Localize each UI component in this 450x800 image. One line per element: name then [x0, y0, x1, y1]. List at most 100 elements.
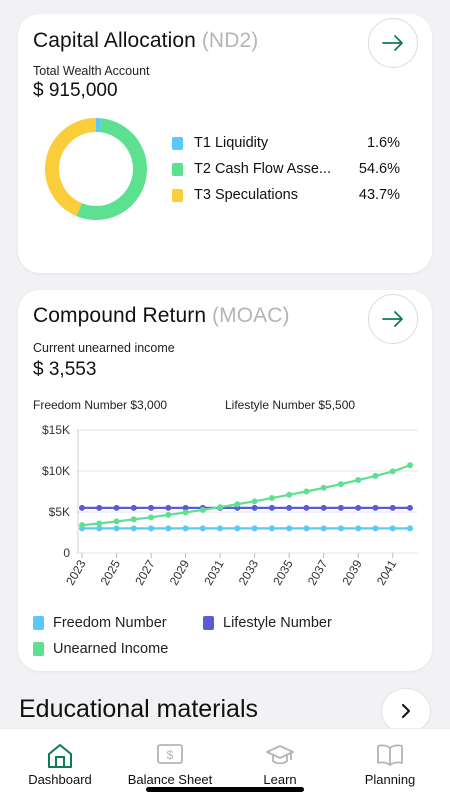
x-tick-label: 2037 [305, 557, 331, 587]
y-tick-label: $10K [42, 464, 70, 478]
compound-return-title: Compound Return (MOAC) [33, 304, 290, 328]
series-point [79, 522, 85, 529]
allocation-legend-row: T2 Cash Flow Asse... 54.6% [172, 158, 400, 184]
series-point [130, 525, 137, 532]
educational-materials-title: Educational materials [19, 695, 259, 723]
dollar-bill-icon: $ [157, 744, 183, 764]
legend-swatch [33, 642, 44, 656]
legend-label: T3 Speculations [194, 187, 298, 203]
x-tick-label: 2035 [270, 557, 296, 587]
open-book-icon [377, 744, 403, 766]
x-tick-label: 2033 [236, 557, 262, 587]
nav-item-planning[interactable]: Planning [330, 729, 450, 800]
compound-title-suffix: (MOAC) [212, 304, 290, 327]
home-indicator [146, 787, 304, 792]
legend-label: T1 Liquidity [194, 135, 269, 151]
series-point [286, 491, 293, 498]
legend-swatch [203, 616, 214, 630]
series-point [355, 477, 362, 484]
series-point [389, 468, 396, 475]
series-point [234, 525, 241, 532]
x-tick-label: 2029 [167, 557, 193, 587]
x-tick-label: 2027 [132, 557, 158, 587]
legend-percent: 54.6% [358, 161, 400, 177]
nav-label-balance-sheet: Balance Sheet [127, 772, 213, 787]
series-point [165, 525, 172, 532]
series-point [355, 525, 362, 532]
series-point [320, 525, 327, 532]
series-point [96, 520, 103, 527]
series-point [251, 498, 258, 505]
capital-allocation-arrow-button[interactable] [368, 18, 418, 68]
series-point [372, 504, 379, 511]
series-point [372, 525, 379, 532]
account-value: $ 915,000 [33, 80, 118, 101]
series-point [148, 514, 155, 521]
legend-swatch [33, 616, 44, 630]
graduation-cap-icon [266, 745, 294, 765]
nav-label-planning: Planning [364, 772, 416, 787]
compound-return-arrow-button[interactable] [368, 294, 418, 344]
series-point [79, 504, 85, 511]
svg-text:$: $ [167, 748, 174, 762]
x-tick-label: 2039 [339, 557, 365, 587]
series-point [182, 525, 189, 532]
x-tick-label: 2025 [98, 557, 124, 587]
capital-allocation-title: Capital Allocation (ND2) [33, 29, 258, 53]
compound-return-card: Compound Return (MOAC) Current unearned … [18, 290, 432, 671]
capital-title-text: Capital Allocation [33, 29, 196, 52]
series-point [337, 504, 344, 511]
y-tick-label: $5K [49, 505, 70, 519]
legend-label: Lifestyle Number [223, 615, 332, 631]
freedom-number-text: Freedom Number $3,000 [33, 398, 168, 412]
y-tick-label: $15K [42, 423, 70, 437]
series-point [407, 525, 413, 532]
nav-label-dashboard: Dashboard [28, 772, 92, 787]
donut-slice [76, 118, 147, 220]
series-point [199, 525, 206, 532]
series-point [389, 525, 396, 532]
series-point [165, 504, 172, 511]
compound-return-line-chart: 0 $5K $10K $15K 2023 2025 2027 2029 2031 2033 2035… [42, 423, 418, 588]
series-point [148, 525, 155, 532]
series-point [286, 525, 293, 532]
donut-slice [45, 118, 97, 217]
series-point [182, 509, 189, 516]
legend-swatch [172, 163, 183, 176]
series-point [320, 484, 327, 491]
y-tick-label: 0 [63, 546, 70, 560]
account-label: Total Wealth Account [33, 64, 150, 78]
series-point [96, 504, 103, 511]
legend-percent: 1.6% [366, 135, 400, 151]
capital-allocation-card: Capital Allocation (ND2) Total Wealth Ac… [18, 14, 432, 273]
allocation-legend-row: T1 Liquidity 1.6% [172, 132, 400, 158]
series-point [303, 525, 310, 532]
series-point [251, 504, 258, 511]
series-point [268, 504, 275, 511]
allocation-legend-row: T3 Speculations 43.7% [172, 184, 400, 210]
series-point [372, 472, 379, 479]
nav-item-dashboard[interactable]: Dashboard [0, 729, 120, 800]
home-icon [48, 744, 72, 768]
income-label: Current unearned income [33, 341, 175, 355]
legend-label: Unearned Income [53, 641, 169, 657]
legend-percent: 43.7% [358, 187, 400, 203]
series-point [234, 501, 241, 508]
series-point [217, 504, 224, 511]
x-tick-label: 2023 [63, 557, 89, 587]
series-point [217, 525, 224, 532]
legend-label: Freedom Number [53, 615, 167, 631]
series-point [303, 488, 310, 495]
nav-label-learn: Learn [263, 772, 297, 787]
series-point [407, 462, 413, 469]
series-point [113, 525, 120, 532]
compound-title-text: Compound Return [33, 304, 207, 327]
series-point [337, 525, 344, 532]
arrow-right-icon [382, 311, 403, 327]
allocation-donut-chart [45, 118, 147, 220]
capital-title-suffix: (ND2) [201, 29, 259, 52]
legend-swatch [172, 189, 183, 202]
x-tick-label: 2031 [201, 557, 227, 587]
series-point [165, 511, 172, 518]
income-value: $ 3,553 [33, 359, 97, 380]
